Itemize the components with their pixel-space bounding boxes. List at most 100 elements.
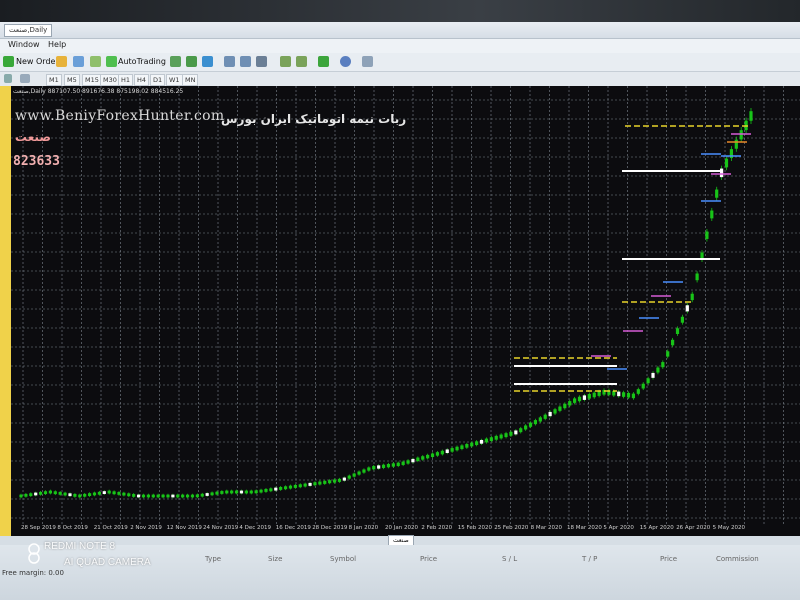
- candle: [445, 449, 449, 454]
- line-chart-icon[interactable]: [202, 56, 213, 67]
- x-tick-label: 24 Nov 2019: [203, 525, 239, 531]
- chart-shift-icon[interactable]: [280, 56, 291, 67]
- candle: [475, 441, 479, 446]
- tf-d1[interactable]: D1: [150, 74, 166, 86]
- menu-window[interactable]: Window: [8, 40, 40, 49]
- candle: [136, 494, 141, 498]
- candle: [479, 439, 484, 444]
- chart-window-tab[interactable]: صنعت,Daily: [4, 24, 53, 37]
- candle: [328, 480, 332, 484]
- candle: [230, 490, 234, 494]
- candle: [577, 396, 582, 402]
- new-order-icon: [3, 56, 14, 67]
- tf-m30[interactable]: M30: [100, 74, 120, 86]
- candle: [19, 494, 23, 498]
- candle: [592, 392, 596, 398]
- robot-caption: ربات نیمه اتوماتیک ایران بورس: [221, 112, 407, 126]
- candle: [636, 389, 640, 394]
- candle: [568, 401, 572, 406]
- candle: [298, 484, 302, 488]
- candle: [141, 494, 146, 498]
- tf-m1[interactable]: M1: [46, 74, 62, 86]
- candle: [528, 422, 533, 427]
- candle: [377, 465, 381, 469]
- col-price: Price: [420, 555, 438, 563]
- candle: [504, 433, 508, 438]
- market-watch-icon[interactable]: [56, 56, 67, 67]
- x-tick-label: 15 Feb 2020: [457, 525, 493, 531]
- price-chart[interactable]: صنعت,Daily 887107.50 891676.38 875198.02…: [11, 86, 800, 536]
- x-tick-label: 2 Nov 2019: [130, 525, 162, 531]
- candle: [494, 435, 498, 440]
- auto-trading-icon: [106, 56, 117, 67]
- tf-mn[interactable]: MN: [182, 74, 199, 86]
- candle: [29, 493, 33, 497]
- tile-windows-icon[interactable]: [256, 56, 267, 67]
- candle: [450, 448, 454, 452]
- candle: [484, 438, 489, 443]
- cursor-icon[interactable]: [4, 74, 12, 83]
- x-tick-label: 8 Mar 2020: [530, 525, 562, 531]
- candle: [685, 305, 689, 312]
- candle: [372, 466, 376, 470]
- data-window-icon[interactable]: [73, 56, 84, 67]
- candle: [622, 392, 626, 397]
- x-tick-label: 8 Jan 2020: [348, 525, 379, 531]
- chart-plot: [11, 86, 800, 536]
- indicators-icon[interactable]: [318, 56, 329, 67]
- candle: [465, 444, 469, 448]
- candle: [499, 434, 503, 439]
- menu-help[interactable]: Help: [48, 40, 66, 49]
- tf-m5[interactable]: M5: [64, 74, 80, 86]
- zoom-out-icon[interactable]: [240, 56, 251, 67]
- bar-chart-icon[interactable]: [170, 56, 181, 67]
- autoscroll-icon[interactable]: [296, 56, 307, 67]
- candle: [617, 391, 621, 397]
- candle: [470, 442, 474, 447]
- col-price-current: Price: [660, 555, 678, 563]
- new-order-button[interactable]: New Order: [16, 55, 59, 68]
- navigator-icon[interactable]: [90, 56, 101, 67]
- candle: [171, 494, 175, 498]
- candle: [367, 467, 371, 471]
- candle: [352, 473, 356, 477]
- periods-icon[interactable]: [340, 56, 351, 67]
- candle: [195, 494, 199, 498]
- line-tool-icon[interactable]: [20, 74, 30, 83]
- candle: [416, 457, 420, 461]
- candle: [543, 414, 547, 419]
- candle: [347, 475, 351, 479]
- candle: [63, 492, 67, 496]
- candle: [533, 420, 538, 425]
- candle: [58, 491, 62, 495]
- candle: [279, 486, 283, 490]
- menu-bar: Window Help: [0, 39, 800, 54]
- auto-trading-button[interactable]: AutoTrading: [118, 55, 166, 68]
- timeframe-bar: M1 M5 M15 M30 H1 H4 D1 W1 MN: [0, 72, 800, 87]
- candle: [215, 491, 219, 495]
- x-tick-label: 16 Dec 2019: [275, 525, 311, 531]
- candle: [274, 487, 278, 491]
- candle: [597, 391, 601, 396]
- candle: [563, 403, 567, 409]
- col-tp: T / P: [582, 555, 598, 563]
- tf-h4[interactable]: H4: [134, 74, 150, 86]
- title-bar: صنعت,Daily: [0, 22, 800, 39]
- candle: [225, 490, 229, 494]
- candlestick-icon[interactable]: [186, 56, 197, 67]
- candle: [73, 493, 77, 497]
- templates-icon[interactable]: [362, 56, 373, 67]
- x-tick-label: 5 Apr 2020: [603, 525, 634, 531]
- candle: [313, 482, 317, 486]
- candle: [83, 493, 87, 497]
- col-commission: Commission: [716, 555, 759, 563]
- candle: [509, 431, 513, 436]
- candle: [308, 482, 312, 486]
- candle: [288, 485, 293, 489]
- candle: [426, 454, 430, 459]
- left-side-panel: [0, 86, 11, 536]
- zoom-in-icon[interactable]: [224, 56, 235, 67]
- tf-w1[interactable]: W1: [166, 74, 183, 86]
- tf-m15[interactable]: M15: [82, 74, 102, 86]
- tf-h1[interactable]: H1: [118, 74, 134, 86]
